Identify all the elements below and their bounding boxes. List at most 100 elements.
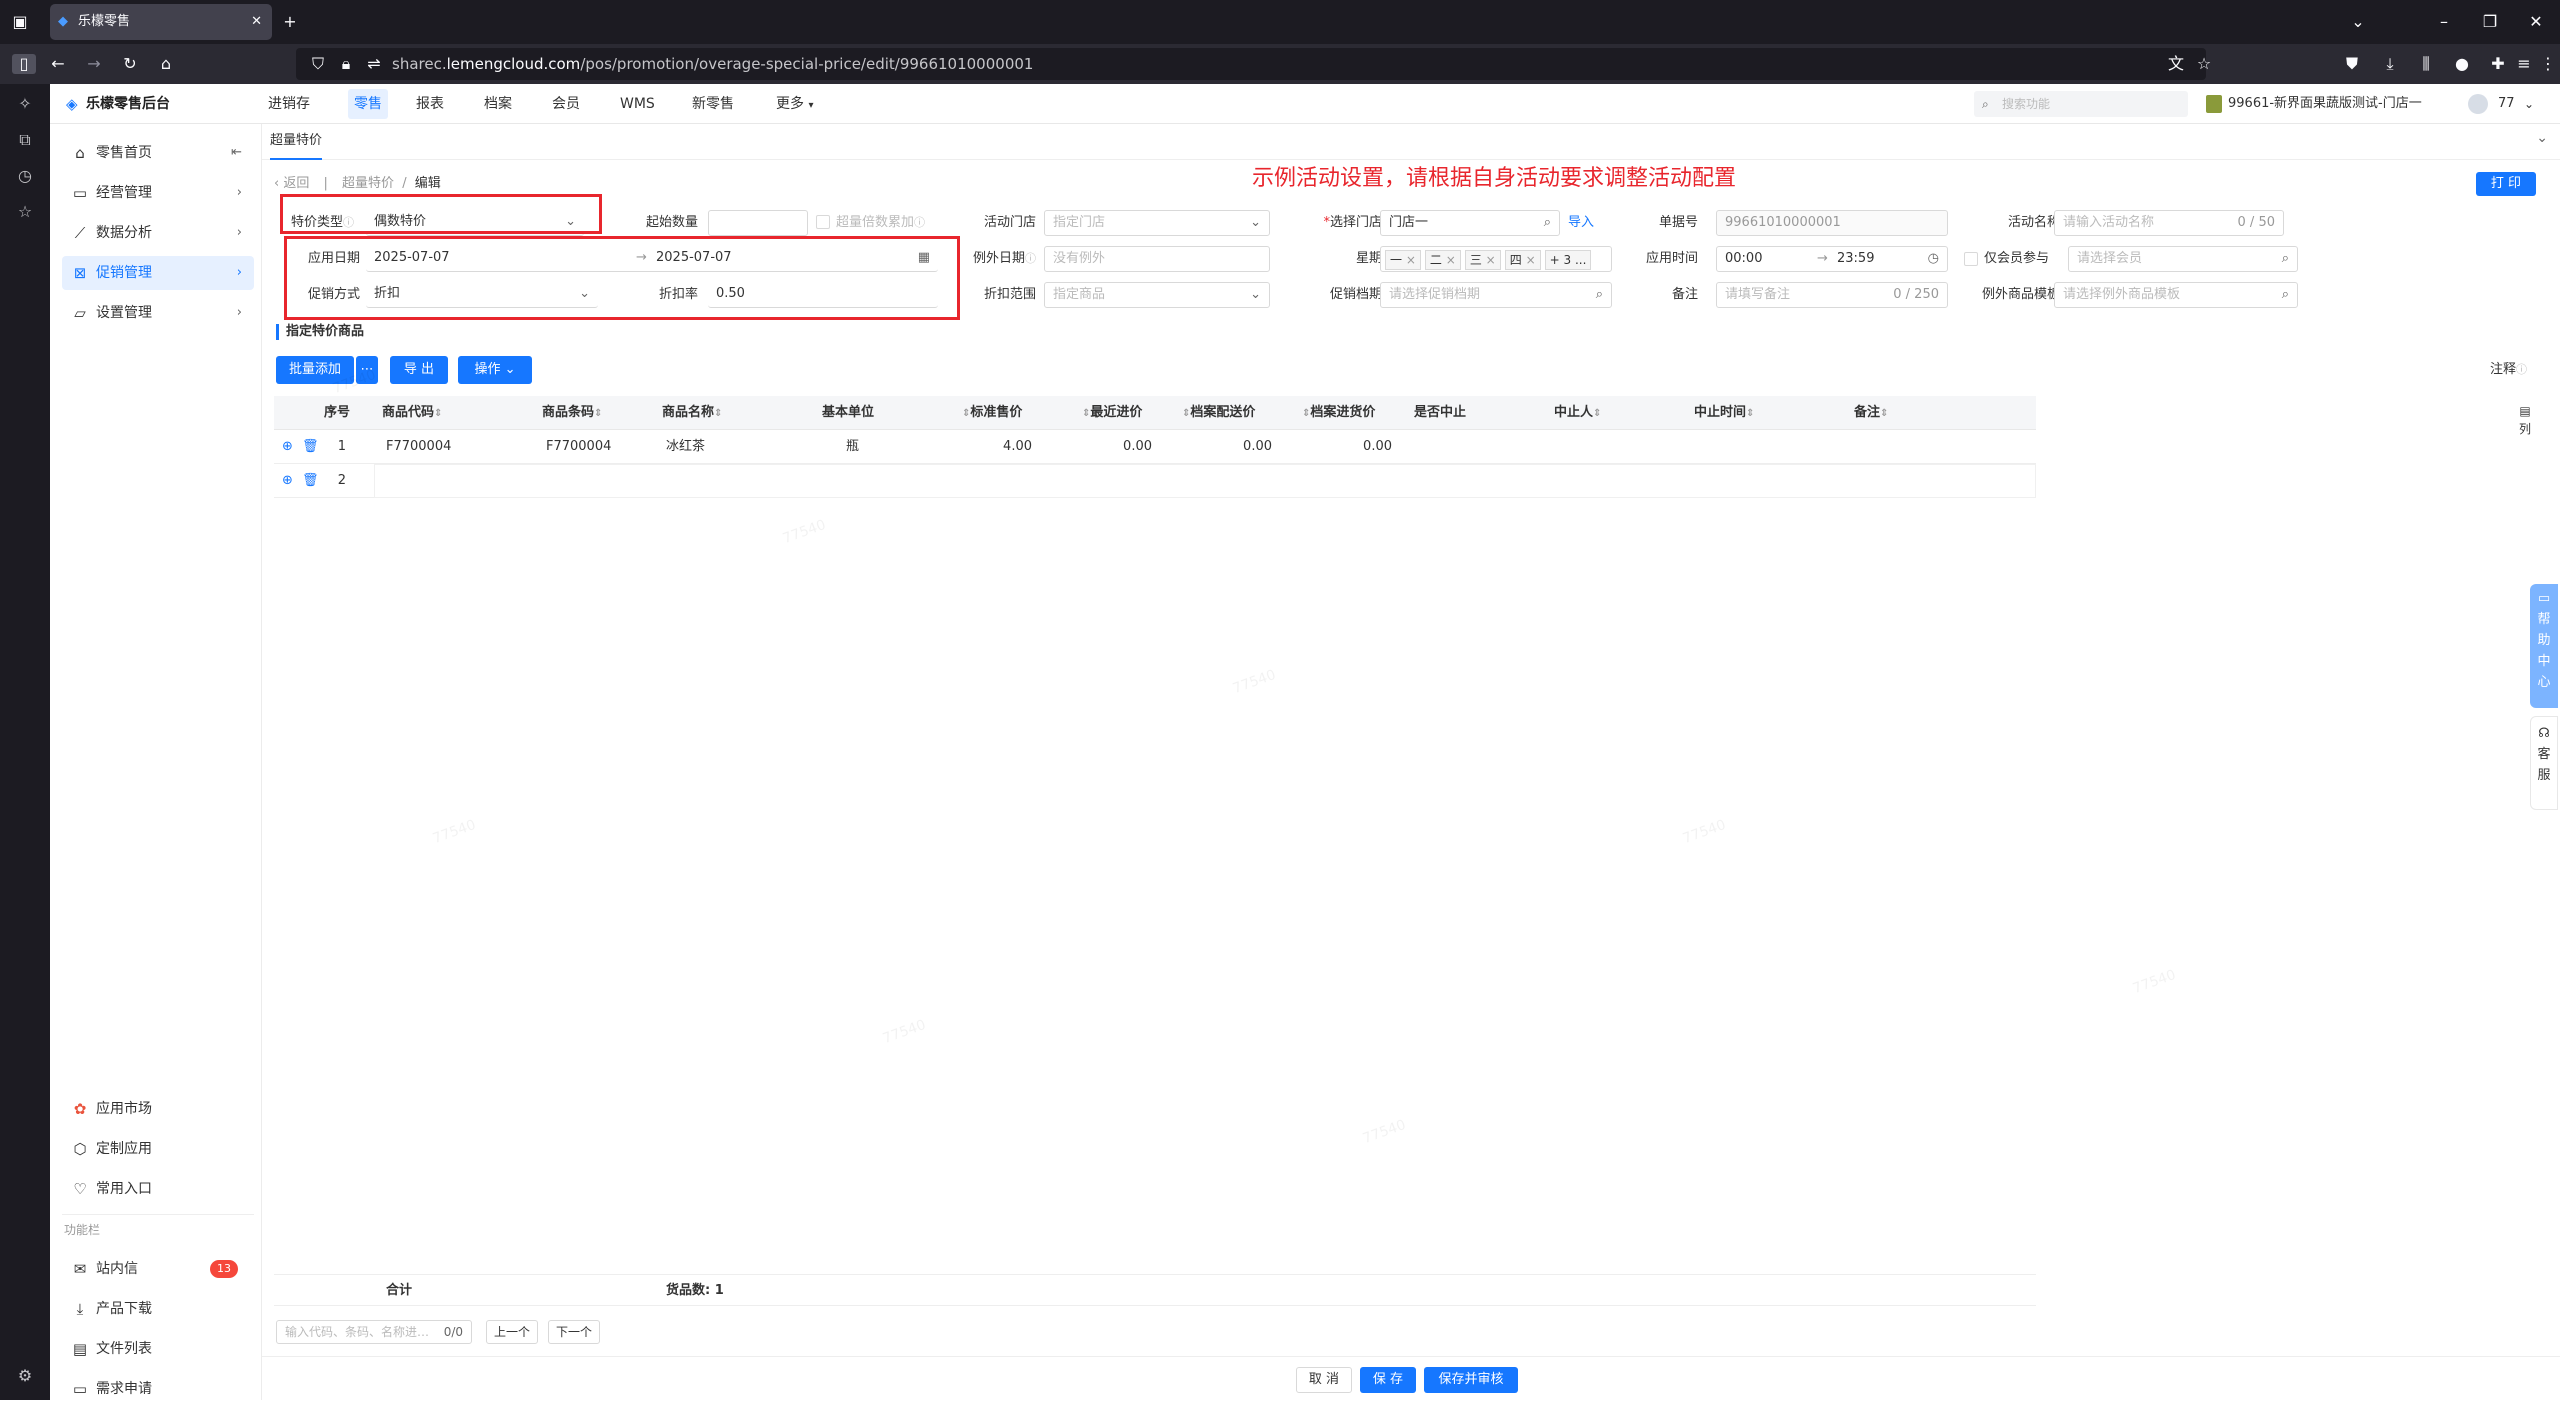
library-icon[interactable]: ⫼ — [2414, 54, 2438, 74]
table-search-input[interactable]: 输入代码、条码、名称进… 0/0 — [276, 1320, 472, 1344]
shield-icon[interactable]: ⛉ — [306, 54, 330, 74]
bookmark-star-icon[interactable]: ☆ — [2192, 54, 2216, 74]
sidebar-item-requests[interactable]: ▭ 需求申请 — [62, 1372, 254, 1406]
member-only-checkbox[interactable] — [1964, 252, 1978, 266]
col-header-price[interactable]: ⇕标准售价 — [962, 396, 1022, 430]
col-header-purchase-price[interactable]: ⇕档案进货价 — [1302, 396, 1375, 430]
col-header-dist-price[interactable]: ⇕档案配送价 — [1182, 396, 1255, 430]
tab-overview-icon[interactable]: ▣ — [8, 12, 32, 32]
sidebar-item-messages[interactable]: ✉ 站内信 13 — [62, 1252, 254, 1286]
discount-range-select[interactable]: 指定商品 ⌄ — [1044, 282, 1270, 308]
back-icon[interactable]: ← — [46, 54, 70, 74]
col-header-suspend-time[interactable]: 中止时间⇕ — [1694, 396, 1754, 430]
translate-icon[interactable]: 文 — [2164, 54, 2188, 74]
synced-tabs-icon[interactable]: ⧉ — [13, 130, 37, 150]
reload-icon[interactable]: ↻ — [118, 54, 142, 74]
remark-input[interactable]: 请填写备注 0 / 250 — [1716, 282, 1948, 308]
minimize-icon[interactable]: – — [2432, 12, 2456, 32]
except-date-input[interactable]: 没有例外 — [1044, 246, 1270, 272]
week-tag[interactable]: 一 × — [1385, 250, 1421, 270]
tab-strip-chevron-icon[interactable]: ⌄ — [2536, 130, 2548, 146]
new-tab-icon[interactable]: + — [278, 12, 302, 32]
activity-name-input[interactable]: 请输入活动名称 0 / 50 — [2054, 210, 2284, 236]
col-header-name[interactable]: 商品名称⇕ — [662, 396, 722, 430]
user-avatar[interactable] — [2468, 94, 2488, 114]
week-select[interactable]: 一 × 二 × 三 × 四 × + 3 ... — [1380, 246, 1612, 272]
sidebar-item-file-list[interactable]: ▤ 文件列表 — [62, 1332, 254, 1366]
menu-icon[interactable]: ≡ — [2512, 54, 2536, 74]
store-name[interactable]: 99661-新界面果蔬版测试-门店一 — [2228, 84, 2422, 124]
close-tab-icon[interactable]: ✕ — [251, 4, 262, 40]
col-header-code[interactable]: 商品代码⇕ — [382, 396, 442, 430]
sidebar-item-business[interactable]: ▭ 经营管理 › — [62, 176, 254, 210]
downloads-icon[interactable]: ⤓ — [2378, 54, 2402, 74]
pocket-icon[interactable]: ⛊ — [2340, 54, 2364, 74]
note-toggle[interactable]: 注释ⓘ — [2490, 358, 2527, 382]
add-row-icon[interactable]: ⊕ — [282, 430, 293, 464]
apply-time-range[interactable]: 00:00 → 23:59 ◷ — [1716, 246, 1948, 272]
permissions-icon[interactable]: ⇌ — [362, 54, 386, 74]
help-center-float[interactable]: ▭ 帮助中心 — [2530, 584, 2558, 708]
settings-gear-icon[interactable]: ⚙ — [13, 1366, 37, 1386]
search-icon[interactable]: ⌕ — [2282, 283, 2289, 307]
week-tag[interactable]: 三 × — [1464, 250, 1501, 270]
collapse-sidebar-icon[interactable]: ⇤ — [231, 136, 242, 170]
col-header-last-cost[interactable]: ⇕最近进价 — [1082, 396, 1142, 430]
account-icon[interactable]: ● — [2450, 54, 2474, 74]
operate-button[interactable]: 操作 ⌄ — [458, 356, 532, 384]
activity-store-select[interactable]: 指定门店 ⌄ — [1044, 210, 1270, 236]
promo-file-input[interactable]: 请选择促销档期 ⌕ — [1380, 282, 1612, 308]
start-qty-input[interactable] — [708, 210, 808, 236]
next-match-button[interactable]: 下一个 — [548, 1320, 600, 1344]
except-template-input[interactable]: 请选择例外商品模板 ⌕ — [2054, 282, 2298, 308]
customer-service-float[interactable]: ☊ 客服 — [2530, 716, 2558, 810]
nav-item-wms[interactable]: WMS — [620, 84, 655, 124]
user-menu-chevron-icon[interactable]: ⌄ — [2524, 84, 2534, 124]
table-row[interactable]: ⊕ 🗑︎ 2 — [274, 464, 2036, 498]
restore-icon[interactable]: ❐ — [2478, 12, 2502, 32]
lock-icon[interactable]: 🔒︎ — [334, 54, 358, 74]
col-header-barcode[interactable]: 商品条码⇕ — [542, 396, 602, 430]
page-tab-overage-special[interactable]: 超量特价 — [270, 124, 323, 160]
tab-list-icon[interactable]: ⌄ — [2346, 12, 2370, 32]
select-store-input[interactable]: 门店一 ⌕ — [1380, 210, 1560, 236]
delete-row-icon[interactable]: 🗑︎ — [302, 464, 319, 498]
sidebar-item-downloads[interactable]: ⤓ 产品下载 — [62, 1292, 254, 1326]
search-icon[interactable]: ⌕ — [1544, 211, 1551, 235]
breadcrumb-parent[interactable]: 超量特价 — [342, 176, 394, 191]
import-link[interactable]: 导入 — [1568, 210, 1594, 236]
sidebar-item-settings[interactable]: ▱ 设置管理 › — [62, 296, 254, 330]
share-icon[interactable]: ⋮ — [2536, 54, 2560, 74]
sidebar-item-app-market[interactable]: ✿ 应用市场 — [62, 1092, 254, 1126]
column-settings[interactable]: ▤ 列 — [2514, 402, 2536, 438]
week-more-tag[interactable]: + 3 ... — [1544, 250, 1592, 270]
empty-code-cell[interactable] — [374, 464, 2036, 498]
function-search-input[interactable]: ⌕ 搜索功能 — [1974, 91, 2188, 117]
nav-item-reports[interactable]: 报表 — [416, 84, 444, 124]
col-header-remark[interactable]: 备注⇕ — [1854, 396, 1888, 430]
bookmarks-icon[interactable]: ☆ — [13, 202, 37, 222]
extensions-icon[interactable]: ✚ — [2486, 54, 2510, 74]
delete-row-icon[interactable]: 🗑︎ — [302, 430, 319, 464]
nav-item-member[interactable]: 会员 — [552, 84, 580, 124]
nav-item-inventory[interactable]: 进销存 — [268, 84, 310, 124]
cancel-button[interactable]: 取 消 — [1296, 1367, 1352, 1393]
prev-match-button[interactable]: 上一个 — [486, 1320, 538, 1344]
sidebar-item-analytics[interactable]: ⟋ 数据分析 › — [62, 216, 254, 250]
history-icon[interactable]: ◷ — [13, 166, 37, 186]
home-icon[interactable]: ⌂ — [154, 54, 178, 74]
sidebar-item-retail-home[interactable]: ⌂ 零售首页 ⇤ — [62, 136, 254, 170]
export-button[interactable]: 导 出 — [390, 356, 448, 384]
col-header-suspender[interactable]: 中止人⇕ — [1554, 396, 1601, 430]
member-select-input[interactable]: 请选择会员 ⌕ — [2068, 246, 2298, 272]
week-tag[interactable]: 四 × — [1504, 250, 1541, 270]
print-button[interactable]: 打 印 — [2476, 172, 2536, 196]
table-row[interactable]: ⊕ 🗑︎ 1 F7700004 F7700004 冰红茶 瓶 4.00 0.00… — [274, 430, 2036, 464]
browser-tab[interactable]: ◆ 乐檬零售 ✕ — [50, 4, 272, 40]
save-and-audit-button[interactable]: 保存并审核 — [1424, 1367, 1518, 1393]
sidebar-item-promotion[interactable]: ⊠ 促销管理 › — [62, 256, 254, 290]
forward-icon[interactable]: → — [82, 54, 106, 74]
overage-checkbox[interactable] — [816, 215, 830, 229]
sidebar-item-favorites[interactable]: ♡ 常用入口 — [62, 1172, 254, 1206]
nav-item-archive[interactable]: 档案 — [484, 84, 512, 124]
